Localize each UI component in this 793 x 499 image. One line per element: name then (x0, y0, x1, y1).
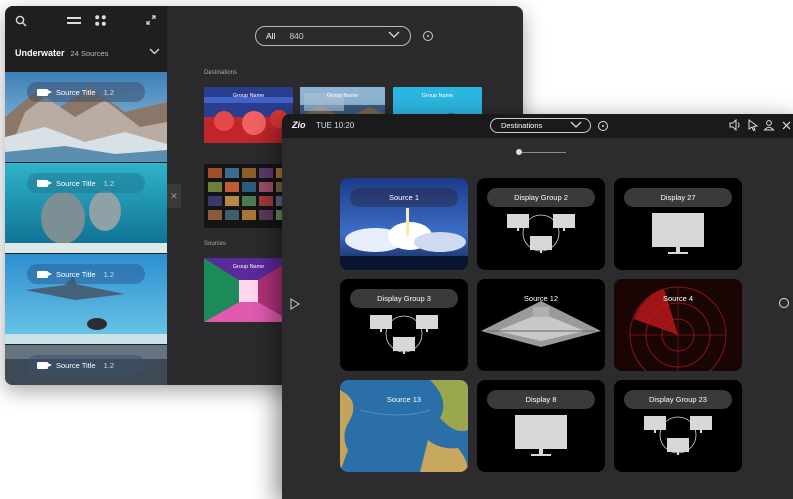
destination-thumbnail[interactable]: Group Name (204, 87, 293, 143)
search-icon[interactable] (15, 15, 27, 27)
tile-source-12[interactable]: Source 12 (477, 279, 605, 371)
zio-control-window: Zio TUE 10:20 Destinations Source 1 Disp… (282, 114, 793, 499)
list-view-icon[interactable] (67, 17, 81, 25)
tile-source-1[interactable]: Source 1 (340, 178, 468, 270)
group-name: Group Name (232, 93, 265, 99)
tile-display-group-3[interactable]: Display Group 3 (340, 279, 468, 371)
group-count: 24 Sources (70, 49, 109, 58)
source-title: Source Title (56, 360, 96, 370)
source-title: Source Title (56, 178, 96, 188)
source-list-item[interactable]: Source Title 1.2 (5, 163, 167, 253)
source-list-item[interactable]: Source Title 1.2 (5, 345, 167, 385)
monitor-icon (515, 415, 567, 456)
tile-source-13[interactable]: Source 13 (340, 380, 468, 472)
source-number: 1.2 (103, 87, 115, 97)
source-list-item[interactable]: Source Title 1.2 (5, 72, 167, 162)
top-bar: Zio TUE 10:20 Destinations (282, 114, 793, 138)
display-group-icon (370, 315, 438, 354)
zoom-slider-handle[interactable] (516, 149, 522, 155)
group-name: Group Name (326, 93, 359, 99)
tile-source-4[interactable]: Source 4 (614, 279, 742, 371)
source-number: 1.2 (103, 360, 115, 370)
info-icon[interactable] (598, 121, 608, 131)
video-camera-icon (37, 270, 52, 278)
source-title: Source Title (56, 87, 96, 97)
tile-label: Source 12 (523, 294, 559, 303)
chevron-down-icon (388, 31, 400, 38)
source-title-pill: Source Title 1.2 (27, 355, 145, 375)
monitor-icon (652, 213, 704, 254)
source-list-item[interactable]: Source Title 1.2 (5, 254, 167, 344)
tile-label: Source 13 (386, 395, 422, 404)
collage-image (204, 164, 293, 228)
source-number: 1.2 (103, 269, 115, 279)
video-camera-icon (37, 361, 52, 369)
filter-dropdown[interactable]: All 840 (255, 26, 411, 46)
filter-count: 840 (289, 31, 304, 41)
filter-label: All (266, 31, 276, 41)
destination-collection[interactable] (204, 164, 293, 228)
source-sidebar: Underwater 24 Sources Source Title 1.2 S… (5, 6, 167, 385)
expand-icon[interactable] (146, 15, 156, 25)
zoom-slider-track[interactable] (518, 152, 566, 153)
source-thumbnail[interactable]: Group Name (204, 258, 293, 322)
circle-right-icon[interactable] (779, 298, 789, 308)
chevron-down-icon[interactable] (149, 48, 160, 55)
sidebar-toolbar (5, 6, 167, 40)
pointer-icon[interactable] (748, 119, 758, 131)
display-group-icon (644, 416, 712, 455)
clock-readout: TUE 10:20 (316, 121, 355, 130)
source-number: 1.2 (103, 178, 115, 188)
source-title: Source Title (56, 269, 96, 279)
tile-display-group-2[interactable]: Display Group 2 (477, 178, 605, 270)
group-name: Underwater (15, 48, 65, 58)
tile-display-27[interactable]: Display 27 (614, 178, 742, 270)
destinations-dropdown[interactable]: Destinations (490, 118, 591, 133)
sources-heading: Sources (204, 241, 227, 247)
source-title-pill: Source Title 1.2 (27, 264, 145, 284)
grid-view-icon[interactable] (95, 15, 106, 26)
source-title-pill: Source Title 1.2 (27, 173, 145, 193)
tile-display-8[interactable]: Display 8 (477, 380, 605, 472)
close-icon: ✕ (170, 190, 178, 201)
video-camera-icon (37, 179, 52, 187)
group-name: Group Name (421, 93, 454, 99)
tile-display-group-23[interactable]: Display Group 23 (614, 380, 742, 472)
destinations-heading: Destinations (204, 70, 238, 76)
video-camera-icon (37, 88, 52, 96)
play-left-icon[interactable] (290, 298, 300, 310)
info-icon[interactable] (423, 31, 433, 41)
group-name: Group Name (232, 264, 265, 270)
chevron-down-icon (570, 121, 582, 128)
close-icon[interactable] (782, 121, 791, 130)
source-group-header[interactable]: Underwater 24 Sources (15, 48, 160, 64)
display-group-icon (507, 214, 575, 253)
dropdown-value: Destinations (501, 121, 543, 130)
user-icon[interactable] (763, 119, 775, 131)
tile-label: Source 1 (350, 188, 458, 207)
source-title-pill: Source Title 1.2 (27, 82, 145, 102)
volume-icon[interactable] (729, 119, 741, 131)
zio-logo: Zio (292, 120, 306, 130)
tile-label: Source 4 (662, 294, 694, 303)
collapse-panel-button[interactable]: ✕ (167, 184, 181, 208)
